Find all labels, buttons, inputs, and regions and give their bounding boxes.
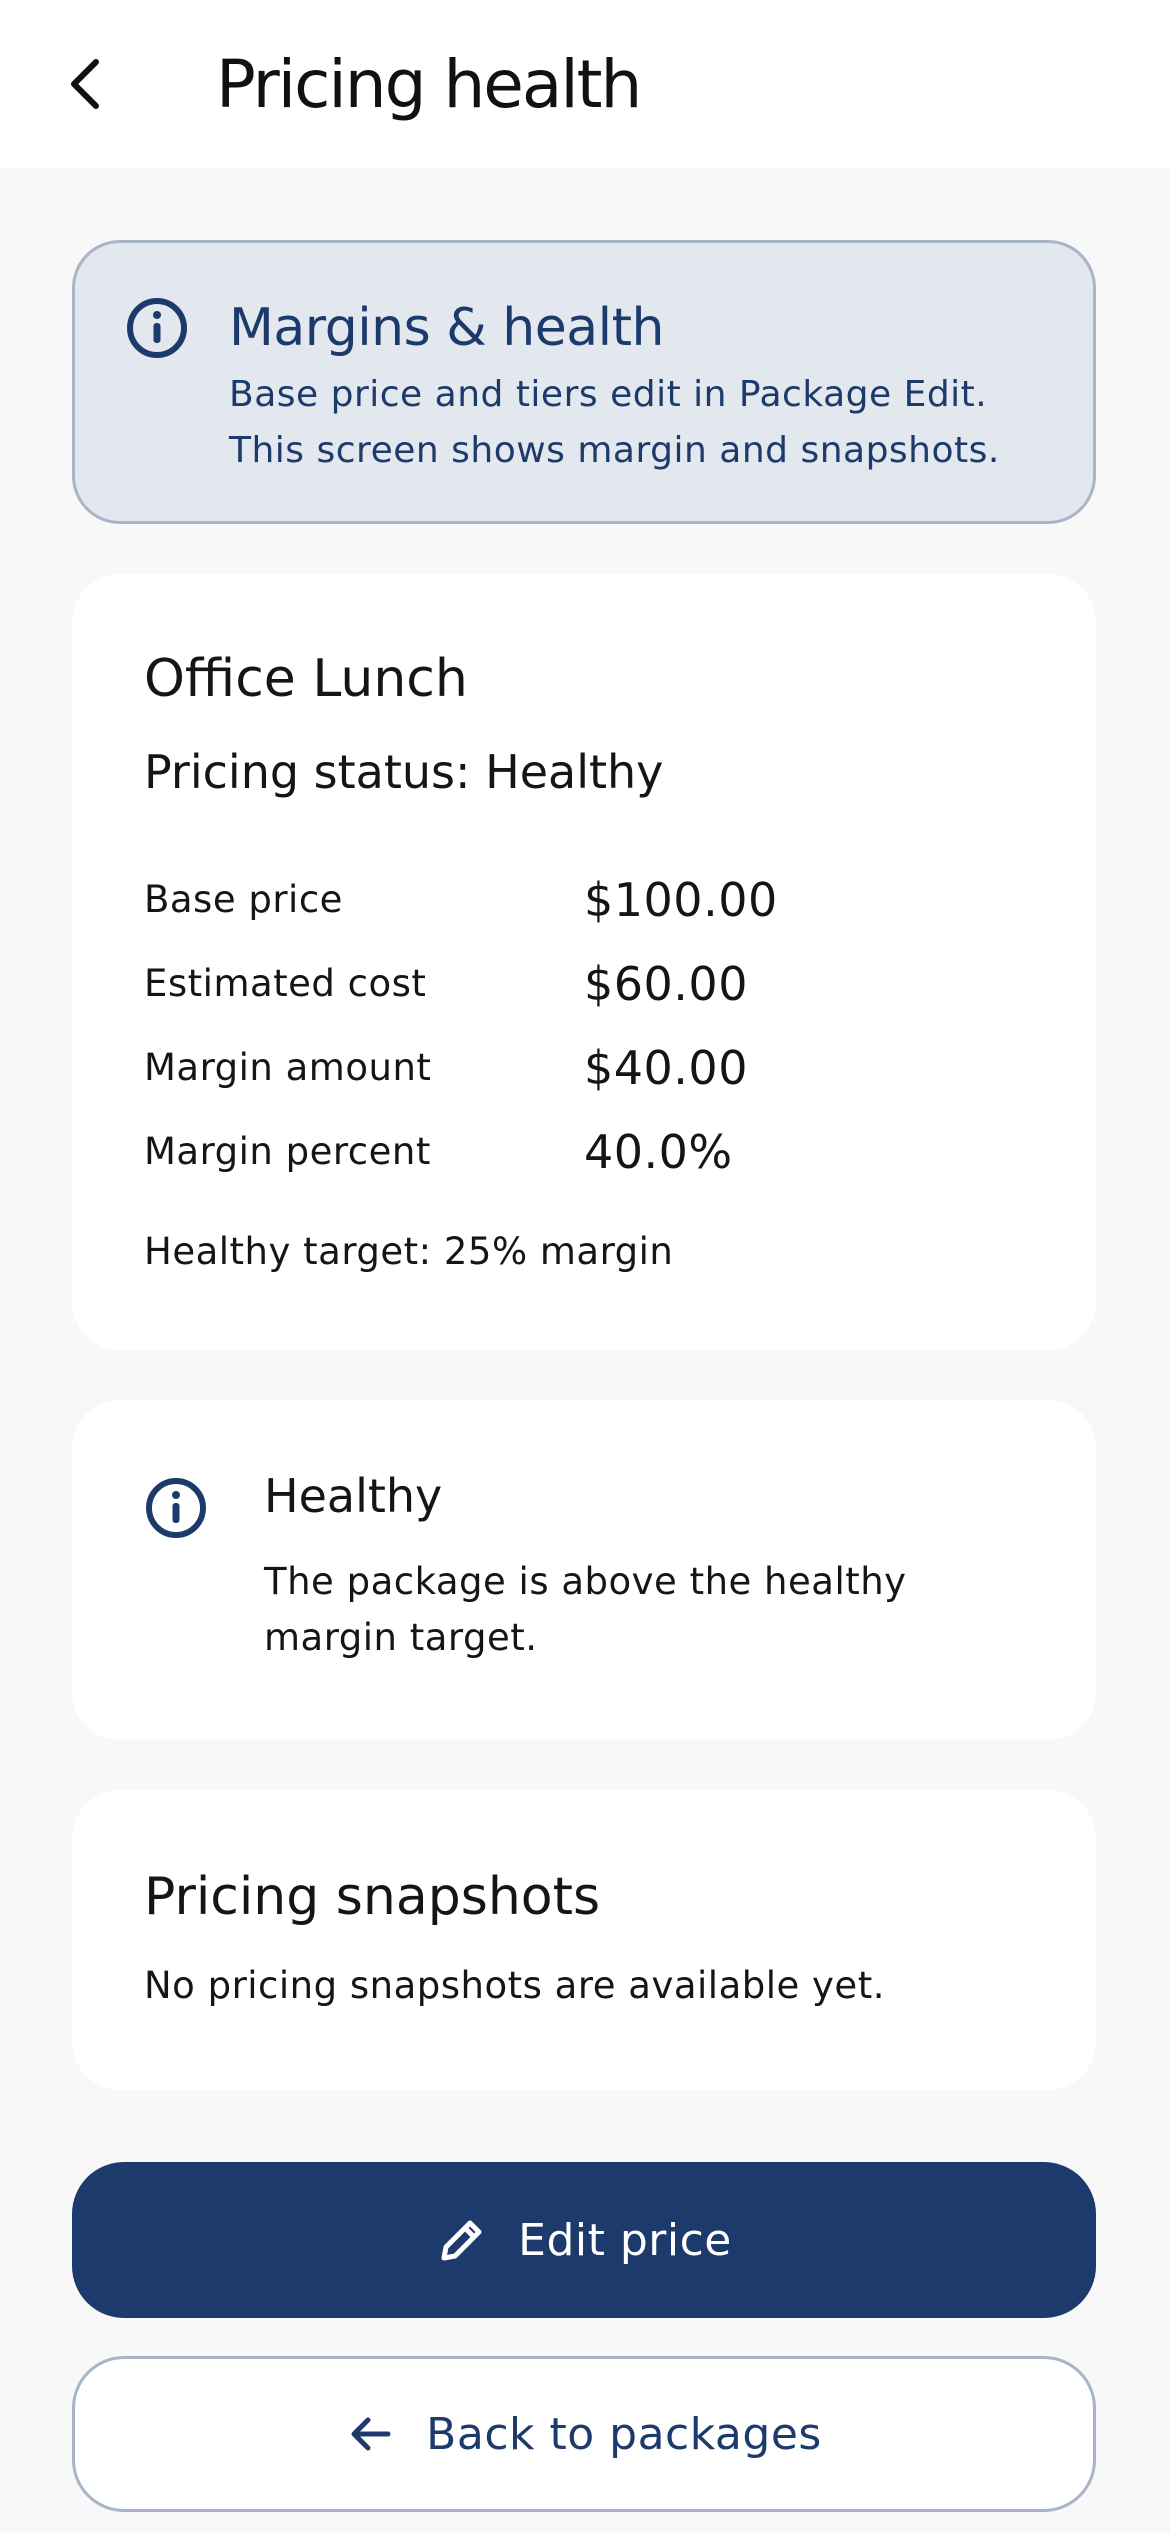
metric-row-base-price: Base price $100.00 [144,858,1024,942]
health-title: Healthy [264,1469,443,1523]
app-bar: Pricing health [0,0,1170,168]
snapshots-title: Pricing snapshots [144,1867,601,1927]
banner-title: Margins & health [229,298,664,358]
edit-price-label: Edit price [518,2214,732,2266]
edit-price-button[interactable]: Edit price [72,2162,1096,2318]
pricing-summary-card: Office Lunch Pricing status: Healthy Bas… [72,574,1096,1350]
chevron-left-icon [71,59,99,109]
metric-value: $40.00 [584,1041,748,1095]
healthy-target-note: Healthy target: 25% margin [144,1230,674,1273]
metric-label: Base price [144,878,343,921]
metric-label: Estimated cost [144,962,427,1005]
pencil-icon [436,2214,488,2266]
info-icon [146,1478,206,1538]
health-status-card: Healthy The package is above the healthy… [72,1400,1096,1740]
metrics-list: Base price $100.00 Estimated cost $60.00… [144,858,1024,1194]
metric-row-margin-amount: Margin amount $40.00 [144,1026,1024,1110]
back-button[interactable] [46,44,126,124]
snapshots-empty-state: No pricing snapshots are available yet. [144,1964,885,2007]
package-name: Office Lunch [144,649,468,709]
metric-row-margin-percent: Margin percent 40.0% [144,1110,1024,1194]
metric-value: 40.0% [584,1125,733,1179]
back-to-packages-label: Back to packages [426,2408,822,2460]
metric-label: Margin percent [144,1130,431,1173]
metric-value: $60.00 [584,957,748,1011]
metric-row-estimated-cost: Estimated cost $60.00 [144,942,1024,1026]
info-icon [127,298,187,358]
info-banner: Margins & health Base price and tiers ed… [72,240,1096,524]
pricing-snapshots-card: Pricing snapshots No pricing snapshots a… [72,1790,1096,2090]
health-description: The package is above the healthy margin … [264,1560,907,1659]
metric-value: $100.00 [584,873,778,927]
pricing-status: Pricing status: Healthy [144,745,664,799]
banner-body: Base price and tiers edit in Package Edi… [229,374,1000,471]
metric-label: Margin amount [144,1046,432,1089]
back-to-packages-button[interactable]: Back to packages [72,2356,1096,2512]
page-title: Pricing health [216,46,642,123]
arrow-left-icon [346,2409,396,2459]
